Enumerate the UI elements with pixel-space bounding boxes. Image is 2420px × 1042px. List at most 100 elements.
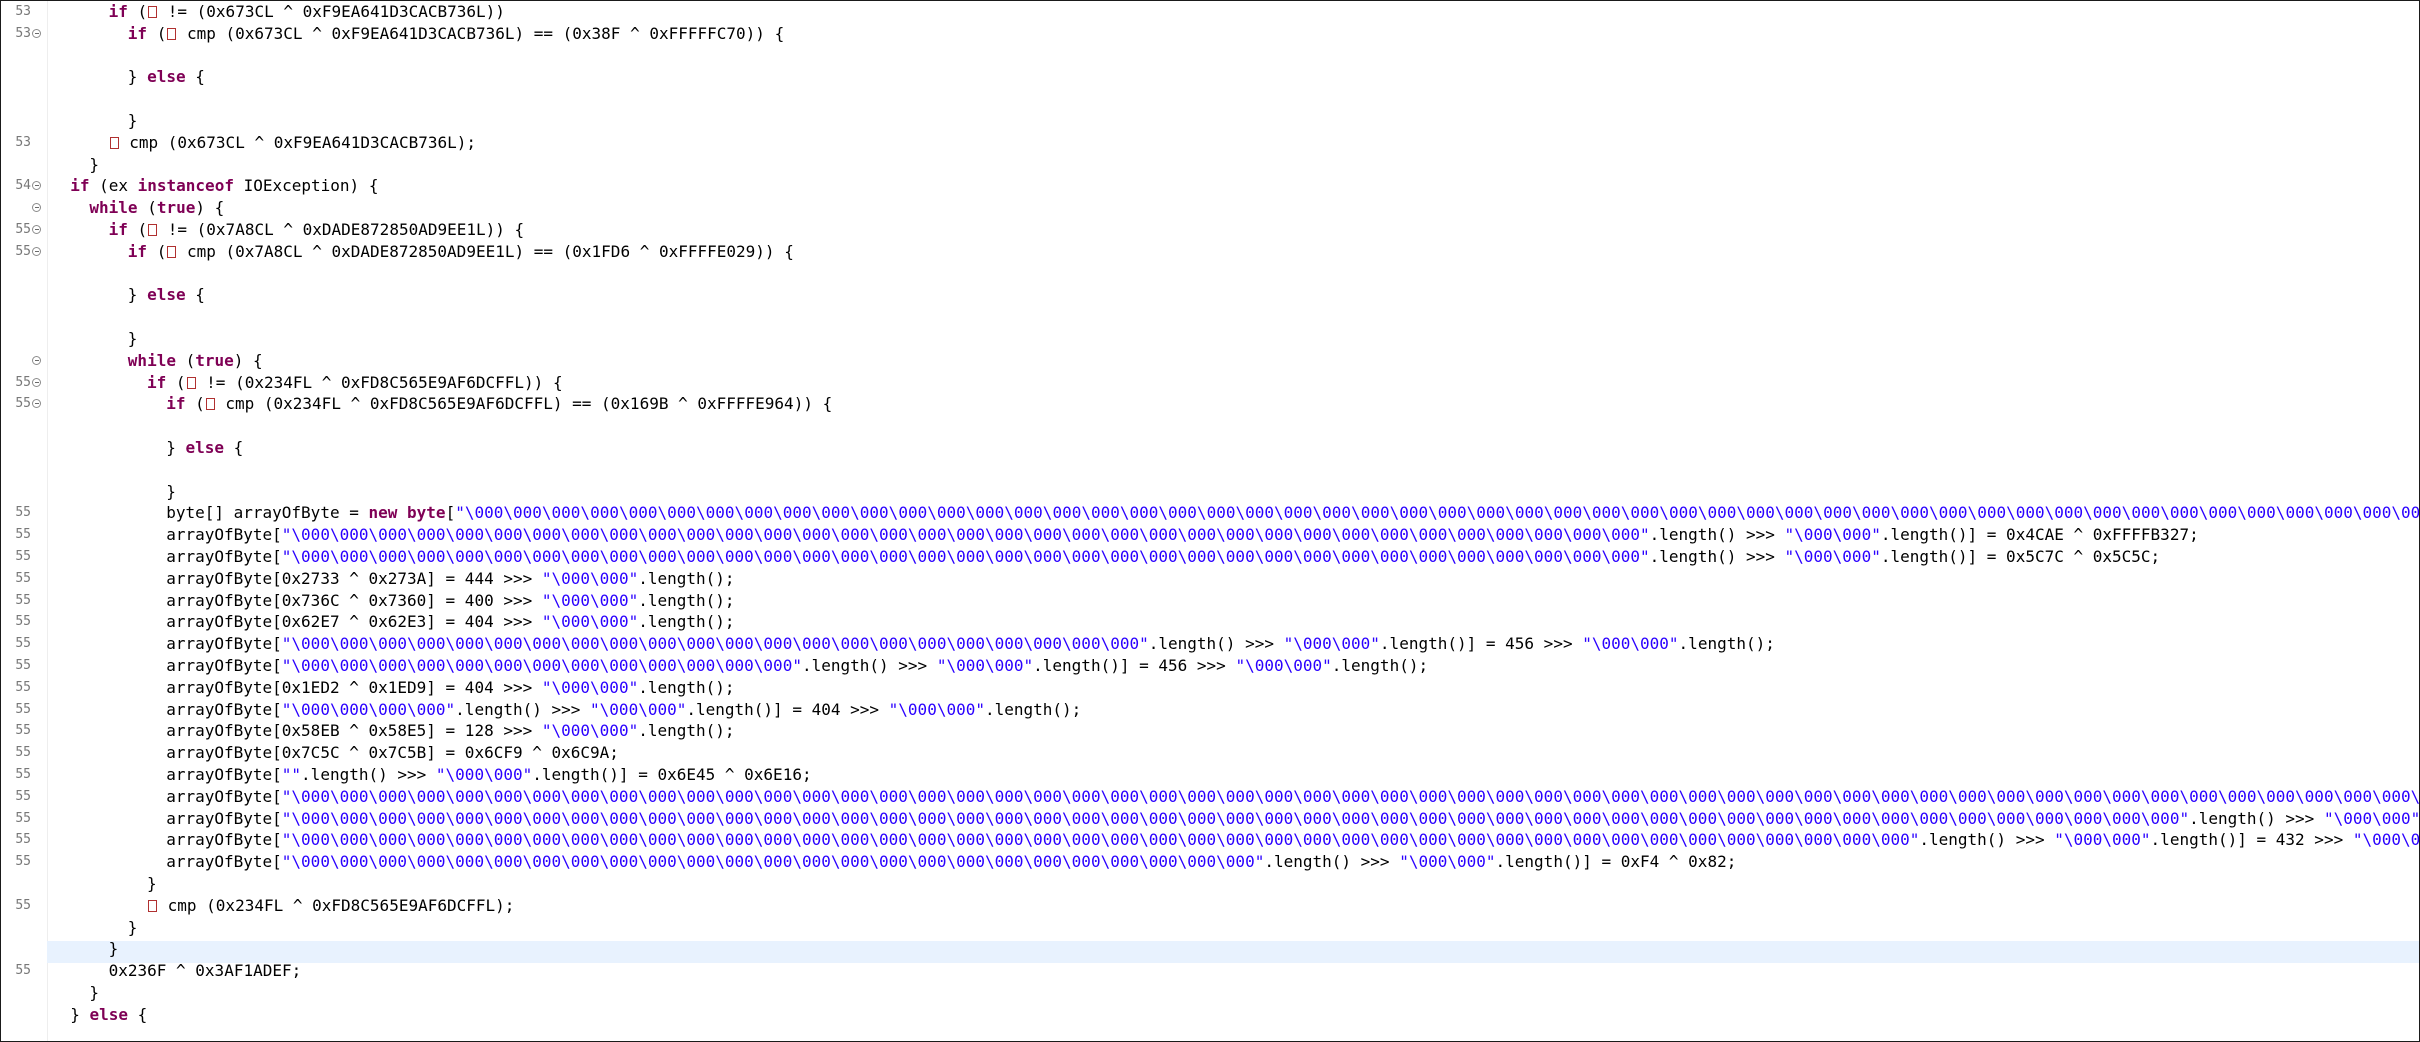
code-text[interactable]: if ( cmp (0x7A8CL ^ 0xDADE872850AD9EE1L)… <box>128 241 794 263</box>
code-text[interactable]: if (ex instanceof IOException) { <box>70 175 378 197</box>
code-text[interactable]: } <box>128 110 138 132</box>
code-line[interactable]: } else { <box>1 66 2419 88</box>
code-text[interactable]: arrayOfByte[0x736C ^ 0x7360] = 400 >>> "… <box>166 590 734 612</box>
code-text[interactable]: arrayOfByte[0x58EB ^ 0x58E5] = 128 >>> "… <box>166 720 734 742</box>
code-text[interactable]: } <box>128 328 138 350</box>
code-line[interactable] <box>1 263 2419 285</box>
fold-toggle-icon[interactable] <box>32 377 41 387</box>
code-line[interactable]: 55 byte[] arrayOfByte = new byte["\000\00… <box>1 502 2419 524</box>
code-text[interactable]: if ( != (0x7A8CL ^ 0xDADE872850AD9EE1L))… <box>109 219 525 241</box>
code-line[interactable]: } else { <box>1 437 2419 459</box>
code-line[interactable]: 55 arrayOfByte[0x62E7 ^ 0x62E3] = 404 >>>… <box>1 611 2419 633</box>
code-text[interactable]: } else { <box>166 437 243 459</box>
code-line[interactable]: 55 arrayOfByte["\000\000\000\000\000\000\… <box>1 786 2419 808</box>
code-line[interactable]: 53 if ( cmp (0x673CL ^ 0xF9EA641D3CACB736… <box>1 23 2419 45</box>
code-text[interactable]: arrayOfByte["\000\000\000\000\000\000\00… <box>166 524 2199 546</box>
code-line[interactable] <box>1 88 2419 110</box>
code-text[interactable]: arrayOfByte["\000\000\000\000\000\000\00… <box>166 808 2419 830</box>
code-text[interactable]: arrayOfByte[0x7C5C ^ 0x7C5B] = 0x6CF9 ^ … <box>166 742 619 764</box>
code-line[interactable]: 55 arrayOfByte["\000\000\000\000\000\000\… <box>1 633 2419 655</box>
code-line[interactable]: 55 arrayOfByte["\000\000\000\000".length(… <box>1 699 2419 721</box>
code-line[interactable]: } <box>1 917 2419 939</box>
code-editor[interactable]: 53 if ( != (0x673CL ^ 0xF9EA641D3CACB736L… <box>0 0 2420 1042</box>
fold-toggle-icon[interactable] <box>32 28 41 38</box>
code-line[interactable] <box>1 415 2419 437</box>
code-line[interactable]: } else { <box>1 1004 2419 1026</box>
code-text[interactable]: } <box>109 938 119 960</box>
code-text[interactable]: } <box>147 873 157 895</box>
code-text[interactable]: arrayOfByte[0x2733 ^ 0x273A] = 444 >>> "… <box>166 568 734 590</box>
fold-toggle-icon[interactable] <box>32 399 41 409</box>
code-line[interactable]: 54 if (ex instanceof IOException) { <box>1 175 2419 197</box>
code-line[interactable]: 55 arrayOfByte["\000\000\000\000\000\000\… <box>1 829 2419 851</box>
code-line[interactable]: 55 arrayOfByte[0x2733 ^ 0x273A] = 444 >>>… <box>1 568 2419 590</box>
code-line[interactable]: } <box>1 982 2419 1004</box>
code-line[interactable]: 55 cmp (0x234FL ^ 0xFD8C565E9AF6DCFFL); <box>1 895 2419 917</box>
code-text[interactable]: } <box>89 154 99 176</box>
code-text[interactable]: arrayOfByte["".length() >>> "\000\000".l… <box>166 764 811 786</box>
code-text[interactable]: while (true) { <box>128 350 263 372</box>
code-line[interactable]: 53 cmp (0x673CL ^ 0xF9EA641D3CACB736L); <box>1 132 2419 154</box>
code-text[interactable]: if ( != (0x673CL ^ 0xF9EA641D3CACB736L)) <box>109 1 505 23</box>
code-line[interactable]: 55 arrayOfByte[0x736C ^ 0x7360] = 400 >>>… <box>1 590 2419 612</box>
code-line[interactable]: 55 arrayOfByte["".length() >>> "\000\000"… <box>1 764 2419 786</box>
code-text[interactable]: arrayOfByte["\000\000\000\000".length() … <box>166 699 1081 721</box>
code-text[interactable]: } else { <box>128 284 205 306</box>
code-line[interactable]: 55 if ( cmp (0x7A8CL ^ 0xDADE872850AD9EE1… <box>1 241 2419 263</box>
code-text[interactable]: arrayOfByte["\000\000\000\000\000\000\00… <box>166 633 1775 655</box>
code-line[interactable]: 55 arrayOfByte["\000\000\000\000\000\000\… <box>1 546 2419 568</box>
code-text[interactable]: if ( cmp (0x234FL ^ 0xFD8C565E9AF6DCFFL)… <box>166 393 832 415</box>
code-line[interactable]: 55 if ( != (0x7A8CL ^ 0xDADE872850AD9EE1L… <box>1 219 2419 241</box>
code-text[interactable]: arrayOfByte["\000\000\000\000\000\000\00… <box>166 786 2419 808</box>
code-line[interactable]: while (true) { <box>1 197 2419 219</box>
code-line[interactable] <box>1 306 2419 328</box>
fold-toggle-icon[interactable] <box>32 246 41 256</box>
code-line[interactable]: 55 arrayOfByte["\000\000\000\000\000\000\… <box>1 655 2419 677</box>
code-text[interactable]: arrayOfByte["\000\000\000\000\000\000\00… <box>166 851 1736 873</box>
code-text[interactable]: } else { <box>128 66 205 88</box>
code-line[interactable]: 55 if ( != (0x234FL ^ 0xFD8C565E9AF6DCFFL… <box>1 372 2419 394</box>
code-text[interactable]: cmp (0x234FL ^ 0xFD8C565E9AF6DCFFL); <box>147 895 514 917</box>
code-line[interactable]: } <box>1 154 2419 176</box>
code-token: .length(); <box>638 612 735 632</box>
code-text[interactable]: if ( cmp (0x673CL ^ 0xF9EA641D3CACB736L)… <box>128 23 784 45</box>
code-text[interactable]: arrayOfByte["\000\000\000\000\000\000\00… <box>166 655 1428 677</box>
code-text[interactable]: while (true) { <box>89 197 224 219</box>
fold-toggle-icon[interactable] <box>32 355 41 365</box>
code-text[interactable]: 0x236F ^ 0x3AF1ADEF; <box>109 960 302 982</box>
keyword: true <box>156 198 196 218</box>
code-line[interactable]: 55 0x236F ^ 0x3AF1ADEF; <box>1 960 2419 982</box>
code-line[interactable]: 55 arrayOfByte["\000\000\000\000\000\000\… <box>1 524 2419 546</box>
code-line[interactable]: 55 arrayOfByte[0x58EB ^ 0x58E5] = 128 >>>… <box>1 720 2419 742</box>
fold-toggle-icon[interactable] <box>32 181 41 191</box>
code-line[interactable]: } else { <box>1 284 2419 306</box>
code-text[interactable]: arrayOfByte["\000\000\000\000\000\000\00… <box>166 546 2160 568</box>
code-line[interactable]: 55 arrayOfByte[0x7C5C ^ 0x7C5B] = 0x6CF9 … <box>1 742 2419 764</box>
code-text[interactable]: } else { <box>70 1004 147 1026</box>
code-text[interactable]: byte[] arrayOfByte = new byte["\000\000\… <box>166 502 2419 524</box>
code-line[interactable]: 55 arrayOfByte["\000\000\000\000\000\000\… <box>1 808 2419 830</box>
code-line[interactable]: } <box>1 873 2419 895</box>
code-text[interactable]: arrayOfByte["\000\000\000\000\000\000\00… <box>166 829 2419 851</box>
code-line[interactable] <box>1 45 2419 67</box>
code-line[interactable]: } <box>1 110 2419 132</box>
code-text[interactable]: arrayOfByte[0x62E7 ^ 0x62E3] = 404 >>> "… <box>166 611 734 633</box>
fold-toggle-icon[interactable] <box>32 225 41 234</box>
code-line[interactable] <box>1 459 2419 481</box>
code-line[interactable]: 55 arrayOfByte[0x1ED2 ^ 0x1ED9] = 404 >>>… <box>1 677 2419 699</box>
code-line[interactable]: 55 if ( cmp (0x234FL ^ 0xFD8C565E9AF6DCFF… <box>1 393 2419 415</box>
code-text[interactable]: } <box>89 982 99 1004</box>
line-number: 55 <box>15 222 31 237</box>
code-text[interactable]: } <box>128 917 138 939</box>
code-line[interactable]: } <box>1 328 2419 350</box>
code-text[interactable]: arrayOfByte[0x1ED2 ^ 0x1ED9] = 404 >>> "… <box>166 677 734 699</box>
code-line[interactable]: while (true) { <box>1 350 2419 372</box>
code-line[interactable]: } <box>1 481 2419 503</box>
code-line[interactable]: 55 arrayOfByte["\000\000\000\000\000\000\… <box>1 851 2419 873</box>
code-line[interactable]: } <box>1 938 2419 960</box>
code-text[interactable]: cmp (0x673CL ^ 0xF9EA641D3CACB736L); <box>109 132 476 154</box>
code-text[interactable]: } <box>166 481 176 503</box>
code-line[interactable]: 53 if ( != (0x673CL ^ 0xF9EA641D3CACB736L… <box>1 1 2419 23</box>
code-text[interactable]: if ( != (0x234FL ^ 0xFD8C565E9AF6DCFFL))… <box>147 372 563 394</box>
fold-toggle-icon[interactable] <box>32 203 41 213</box>
